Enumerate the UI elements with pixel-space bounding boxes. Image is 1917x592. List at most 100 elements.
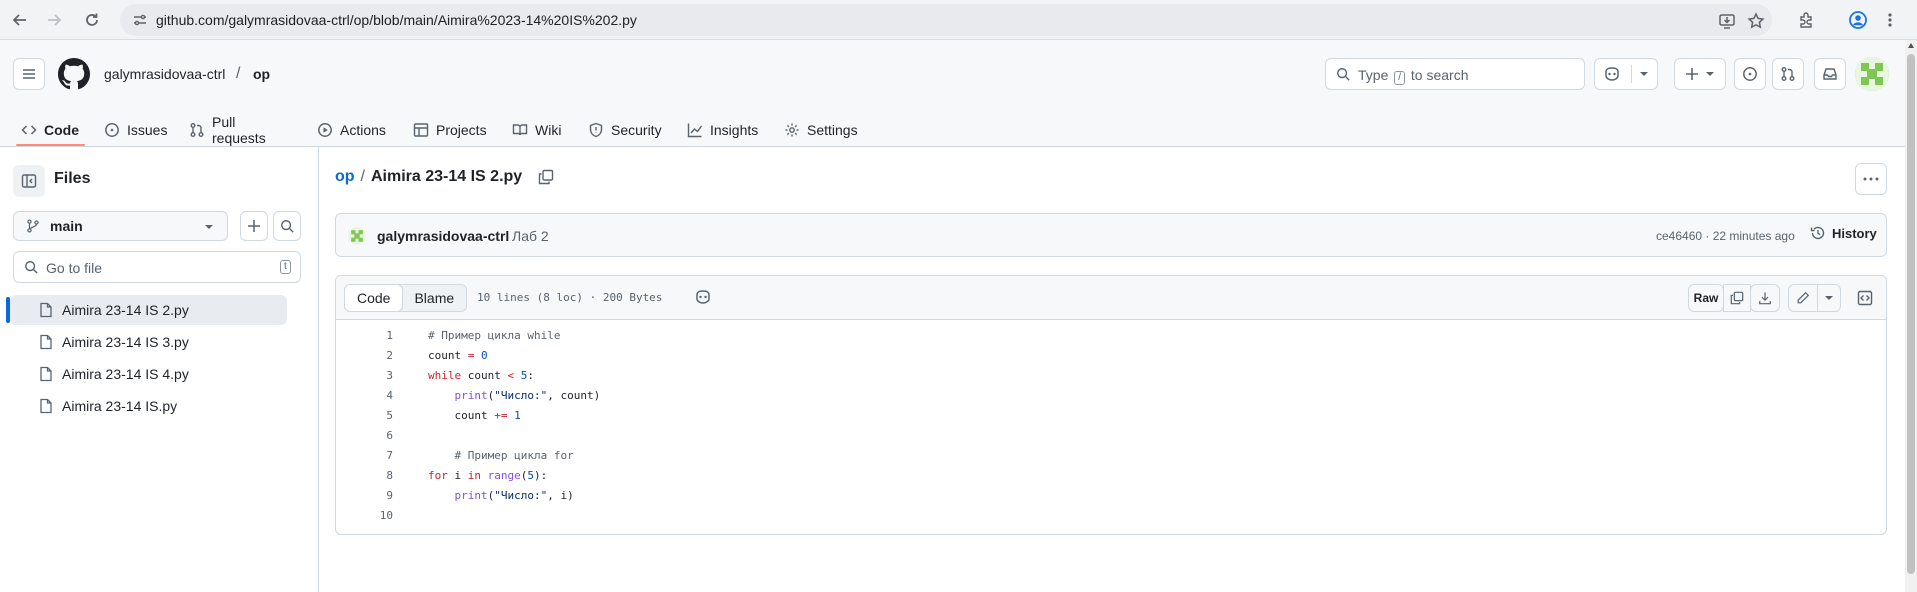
tab-wiki[interactable]: Wiki: [512, 113, 561, 147]
copilot-icon[interactable]: [694, 289, 712, 305]
search-placeholder-prefix: Type: [1358, 67, 1389, 83]
profile-icon[interactable]: [1846, 8, 1870, 32]
breadcrumb-separator: /: [236, 65, 241, 82]
forward-arrow-icon[interactable]: [42, 8, 66, 32]
github-header: galymrasidovaa-ctrl / op Type / to searc…: [0, 40, 1905, 147]
copy-raw-button[interactable]: [1723, 284, 1751, 312]
file-name: Aimira 23-14 IS.py: [62, 398, 178, 414]
file-tree-item[interactable]: Aimira 23-14 IS 2.py: [10, 295, 287, 325]
line-number[interactable]: 10: [336, 506, 393, 526]
tab-projects[interactable]: Projects: [413, 113, 487, 147]
pull-requests-button[interactable]: [1772, 58, 1804, 90]
reload-icon[interactable]: [80, 8, 104, 32]
search-files-button[interactable]: [273, 211, 301, 241]
file-tree-item[interactable]: Aimira 23-14 IS 4.py: [10, 359, 287, 389]
plus-icon: [1685, 67, 1699, 81]
history-button[interactable]: History: [1810, 225, 1877, 241]
history-icon: [1810, 225, 1826, 241]
inbox-button[interactable]: [1814, 58, 1846, 90]
latest-commit-bar: galymrasidovaa-ctrl Лаб 2 ce46460 · 22 m…: [335, 213, 1887, 257]
extensions-icon[interactable]: [1794, 8, 1818, 32]
raw-button[interactable]: Raw: [1688, 284, 1724, 312]
tab-insights[interactable]: Insights: [687, 113, 758, 147]
line-number[interactable]: 2: [336, 346, 393, 366]
commit-author[interactable]: galymrasidovaa-ctrl: [377, 228, 509, 244]
code-token: while: [428, 369, 462, 382]
collapse-sidebar-button[interactable]: [13, 165, 45, 197]
scrollbar-thumb[interactable]: [1907, 54, 1915, 574]
code-token: in: [467, 469, 481, 482]
file-path-breadcrumb: op / Aimira 23-14 IS 2.py: [335, 168, 554, 186]
copy-path-icon[interactable]: [538, 169, 554, 185]
code-viewer-header: Code Blame 10 lines (8 loc) · 200 Bytes …: [336, 276, 1886, 320]
line-number[interactable]: 1: [336, 326, 393, 346]
code-line: 7 # Пример цикла for: [336, 446, 1886, 466]
code-token: 1: [514, 409, 521, 422]
issues-button[interactable]: [1734, 58, 1766, 90]
go-to-file-input[interactable]: Go to file t: [13, 251, 301, 283]
avatar[interactable]: [348, 227, 366, 245]
history-label: History: [1832, 225, 1877, 241]
file-tree-item[interactable]: Aimira 23-14 IS.py: [10, 391, 287, 421]
tab-pull-requests[interactable]: Pull requests: [189, 113, 266, 147]
line-content: for i in range(5):: [428, 466, 547, 486]
github-logo-icon[interactable]: [58, 58, 90, 90]
tab-issues[interactable]: Issues: [104, 113, 167, 147]
page-scrollbar[interactable]: [1905, 40, 1917, 592]
search-shortcut-key: /: [1394, 71, 1406, 85]
git-pull-request-icon: [1780, 66, 1796, 82]
code-token: # Пример цикла while: [428, 329, 561, 342]
scroll-up-arrow-icon[interactable]: [1908, 43, 1914, 48]
search-input[interactable]: Type / to search: [1325, 58, 1585, 90]
browser-menu-icon[interactable]: [1878, 8, 1902, 32]
line-number[interactable]: 3: [336, 366, 393, 386]
branch-select-button[interactable]: main: [13, 211, 228, 241]
install-app-icon[interactable]: [1718, 12, 1736, 30]
site-settings-icon[interactable]: [132, 12, 150, 30]
tab-blame-view[interactable]: Blame: [402, 285, 466, 311]
file-icon: [38, 398, 54, 414]
copilot-button[interactable]: [1594, 58, 1658, 90]
code-token: +=: [494, 409, 508, 422]
tab-code[interactable]: Code: [21, 113, 79, 147]
add-file-button[interactable]: [240, 211, 268, 241]
address-bar[interactable]: github.com/galymrasidovaa-ctrl/op/blob/m…: [120, 4, 1772, 36]
back-arrow-icon[interactable]: [8, 8, 32, 32]
tab-code-view[interactable]: Code: [344, 284, 404, 312]
line-number[interactable]: 4: [336, 386, 393, 406]
create-new-button[interactable]: [1674, 58, 1726, 90]
line-number[interactable]: 9: [336, 486, 393, 506]
hamburger-menu-icon[interactable]: [13, 58, 45, 90]
code-token: 5: [527, 469, 534, 482]
commit-message[interactable]: Лаб 2: [512, 228, 549, 244]
code-line: 2 count = 0: [336, 346, 1886, 366]
active-tab-underline: [16, 144, 85, 146]
tab-actions[interactable]: Actions: [317, 113, 386, 147]
line-number[interactable]: 8: [336, 466, 393, 486]
avatar[interactable]: [1855, 57, 1889, 91]
tab-pull-requests-label: Pull requests: [212, 114, 266, 146]
download-button[interactable]: [1750, 284, 1780, 312]
plus-icon: [247, 219, 261, 233]
line-number[interactable]: 7: [336, 446, 393, 466]
code-line: 10: [336, 506, 1886, 526]
more-options-button[interactable]: [1855, 163, 1887, 195]
tab-settings[interactable]: Settings: [784, 113, 858, 147]
breadcrumb-owner[interactable]: galymrasidovaa-ctrl: [104, 66, 225, 82]
path-root-link[interactable]: op: [335, 168, 355, 186]
code-viewer: Code Blame 10 lines (8 loc) · 200 Bytes …: [335, 275, 1887, 535]
file-tree-item[interactable]: Aimira 23-14 IS 3.py: [10, 327, 287, 357]
breadcrumb-repo[interactable]: op: [253, 66, 270, 82]
bookmark-star-icon[interactable]: [1747, 12, 1765, 30]
symbols-panel-button[interactable]: [1851, 284, 1879, 312]
tab-security[interactable]: Security: [588, 113, 662, 147]
commit-sha-time[interactable]: ce46460 · 22 minutes ago: [1656, 229, 1795, 243]
line-number[interactable]: 5: [336, 406, 393, 426]
edit-dropdown-button[interactable]: [1817, 284, 1841, 312]
edit-file-button[interactable]: [1788, 284, 1818, 312]
copilot-dropdown-icon[interactable]: [1639, 70, 1649, 78]
line-number[interactable]: 6: [336, 426, 393, 446]
copilot-icon: [1603, 66, 1621, 82]
